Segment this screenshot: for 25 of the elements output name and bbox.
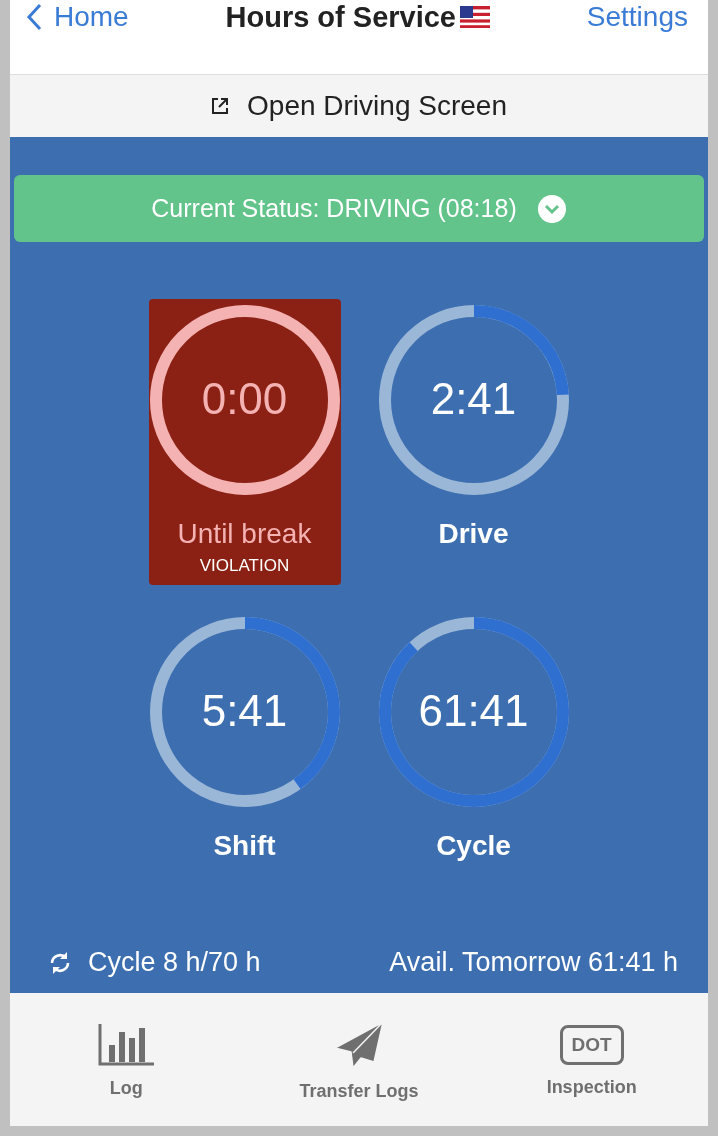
external-link-icon (211, 97, 230, 115)
paper-plane-icon (334, 1021, 384, 1069)
back-button[interactable]: Home (26, 0, 129, 34)
time-remaining: 2:41 (429, 374, 518, 424)
time-remaining: 5:41 (200, 686, 289, 736)
tab-bar-item[interactable]: Log (26, 1023, 227, 1100)
available-tomorrow: Avail. Tomorrow 61:41 h (389, 947, 678, 978)
gauge-label: Until break (177, 518, 312, 550)
tab-bar-item[interactable]: DOT Inspection (491, 1024, 692, 1099)
time-remaining: 61:41 (417, 686, 530, 736)
settings-link[interactable]: Settings (586, 0, 688, 34)
dot-badge-icon: DOT (559, 1025, 624, 1065)
back-chevron-icon (26, 3, 42, 31)
open-driving-screen-button[interactable]: Open Driving Screen (10, 75, 708, 137)
flag-icon (460, 6, 490, 28)
tab-bar-item[interactable]: Transfer Logs (259, 1020, 459, 1103)
gauge-label: Drive (438, 518, 509, 550)
bar-chart-icon (98, 1024, 155, 1066)
gauge-label: Shift (213, 830, 276, 862)
violation-label: VIOLATION (199, 556, 290, 576)
dropdown-chevron-icon (536, 193, 567, 224)
page-title: Hours of Service (225, 0, 456, 34)
time-remaining: 0:00 (200, 374, 289, 424)
cycle-rule: Cycle 8 h/70 h (88, 947, 261, 978)
gauge-label: Cycle (436, 830, 511, 862)
